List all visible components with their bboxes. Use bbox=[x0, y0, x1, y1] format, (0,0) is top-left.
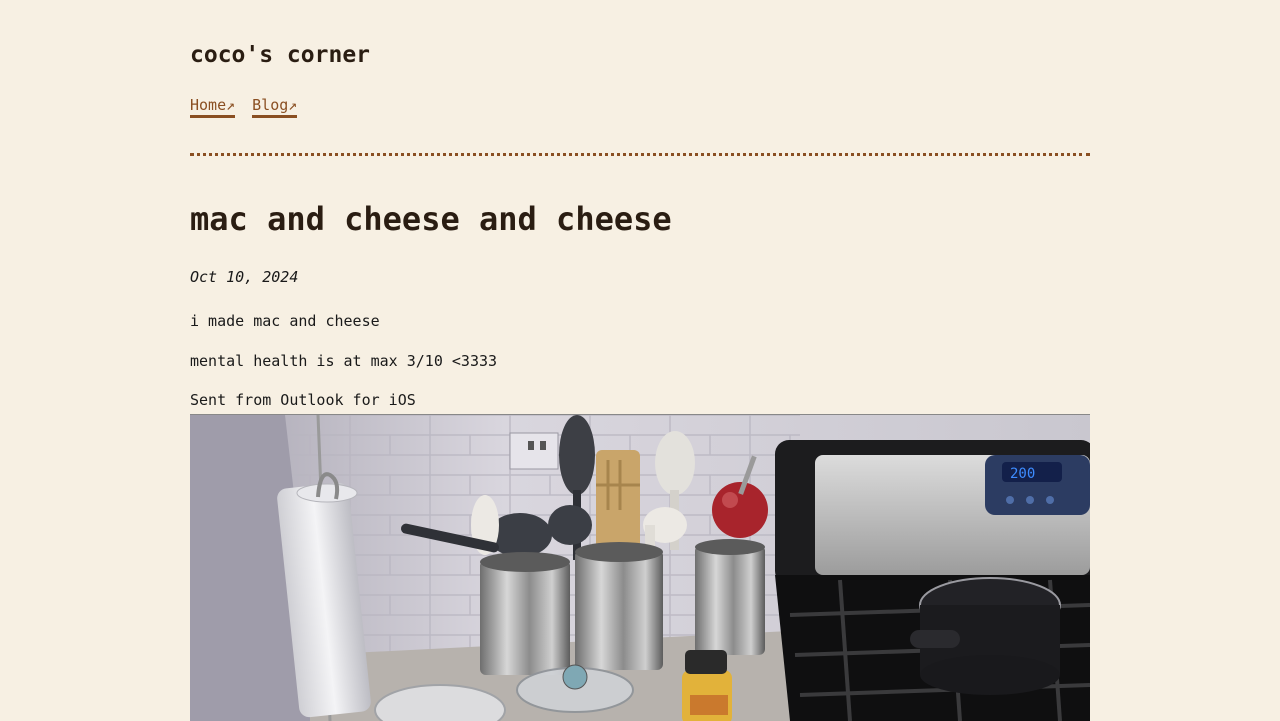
post-paragraph: i made mac and cheese bbox=[190, 312, 380, 330]
post-paragraph: Sent from Outlook for iOS bbox=[190, 391, 416, 409]
post-title: mac and cheese and cheese bbox=[190, 200, 672, 238]
nav-link-home[interactable]: Home↗ bbox=[190, 96, 236, 118]
post-photo: 200 bbox=[190, 414, 1090, 721]
oven-display-text: 200 bbox=[1010, 466, 1035, 482]
kitchen-photo-illustration: 200 bbox=[190, 415, 1090, 721]
post-paragraph: mental health is at max 3/10 <3333 bbox=[190, 352, 498, 370]
post-date: Oct 10, 2024 bbox=[190, 268, 299, 286]
dotted-divider bbox=[190, 153, 1090, 156]
site-title[interactable]: coco's corner bbox=[190, 42, 370, 68]
nav-link-blog[interactable]: Blog↗ bbox=[252, 96, 298, 118]
site-nav: Home↗ Blog↗ bbox=[190, 96, 298, 118]
